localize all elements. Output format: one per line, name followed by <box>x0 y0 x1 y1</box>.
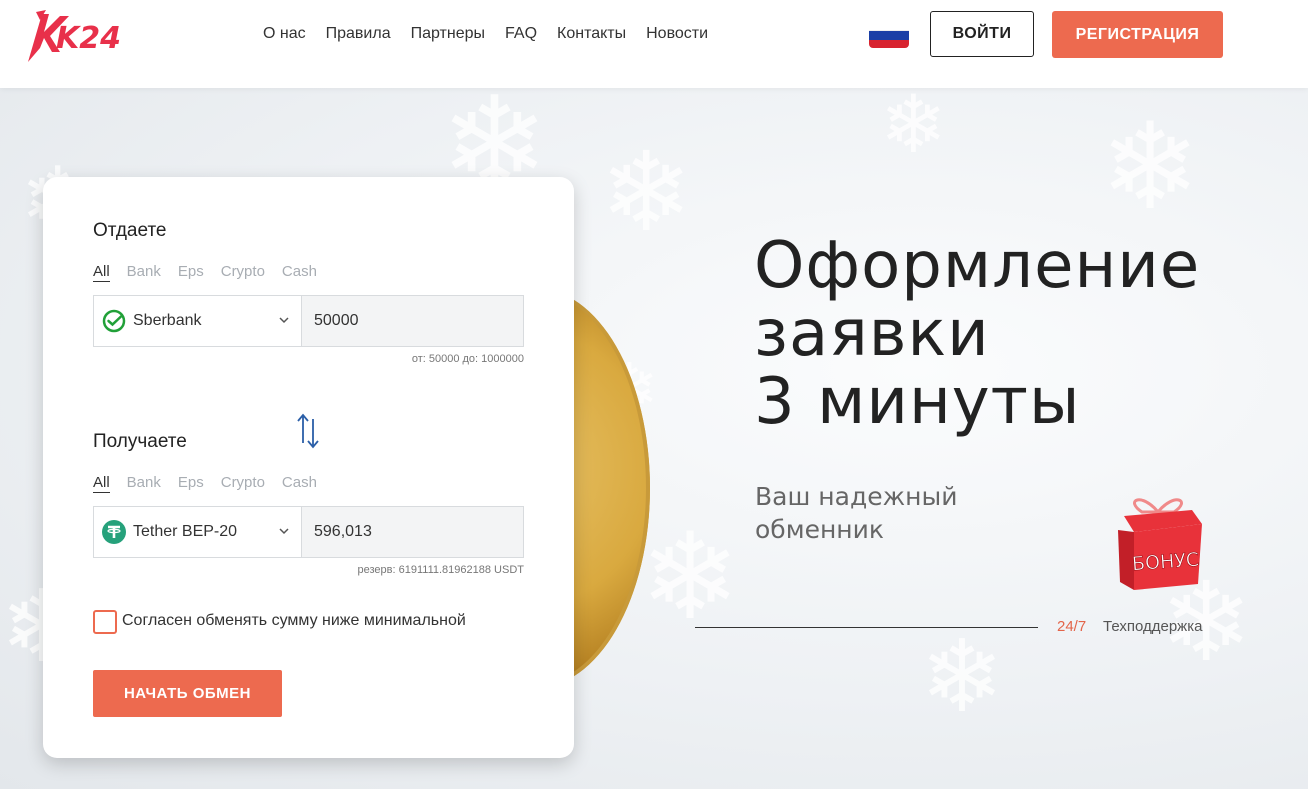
headline-line: Оформление <box>754 229 1201 303</box>
receive-tab-bank[interactable]: Bank <box>127 474 161 493</box>
receive-currency-select[interactable]: Tether BEP-20 <box>94 507 302 557</box>
swap-arrows-icon[interactable] <box>295 413 321 449</box>
ru-flag-icon[interactable] <box>869 22 909 48</box>
bonus-gift-icon[interactable]: БОНУС <box>1112 494 1204 592</box>
receive-tab-crypto[interactable]: Crypto <box>221 474 265 493</box>
receive-tab-cash[interactable]: Cash <box>282 474 317 493</box>
give-tab-bank[interactable]: Bank <box>127 263 161 282</box>
give-title: Отдаете <box>93 220 167 241</box>
chevron-down-icon <box>279 317 289 324</box>
nav-partners[interactable]: Партнеры <box>411 24 485 44</box>
subheadline-line: обменник <box>755 515 884 544</box>
login-button[interactable]: ВОЙТИ <box>930 11 1034 57</box>
give-amount-input[interactable] <box>302 296 523 346</box>
nav-about[interactable]: О нас <box>263 24 306 44</box>
snowflake-icon: ❄ <box>920 618 1004 735</box>
nav-faq[interactable]: FAQ <box>505 24 537 44</box>
start-exchange-button[interactable]: НАЧАТЬ ОБМЕН <box>93 670 282 717</box>
nav-news[interactable]: Новости <box>646 24 708 44</box>
snowflake-icon: ❄ <box>1100 98 1201 237</box>
svg-text:БОНУС: БОНУС <box>1131 549 1199 576</box>
chevron-down-icon <box>279 528 289 535</box>
receive-field: Tether BEP-20 <box>93 506 524 558</box>
register-button[interactable]: РЕГИСТРАЦИЯ <box>1052 11 1223 58</box>
give-tab-cash[interactable]: Cash <box>282 263 317 282</box>
nav-contacts[interactable]: Контакты <box>557 24 626 44</box>
receive-amount-input[interactable] <box>302 507 523 557</box>
agree-checkbox[interactable] <box>93 610 117 634</box>
sberbank-icon <box>102 309 126 333</box>
svg-text:K24: K24 <box>56 21 121 56</box>
support-divider <box>695 627 1038 628</box>
receive-title: Получаете <box>93 431 187 452</box>
snowflake-icon: ❄ <box>600 128 693 256</box>
hero-subheadline: Ваш надежный обменник <box>755 480 957 546</box>
receive-tab-eps[interactable]: Eps <box>178 474 204 493</box>
give-tabs: All Bank Eps Crypto Cash <box>93 263 334 282</box>
snowflake-icon: ❄ <box>880 88 948 171</box>
receive-currency-name: Tether BEP-20 <box>133 523 238 540</box>
give-field: Sberbank <box>93 295 524 347</box>
site-header: K24 О нас Правила Партнеры FAQ Контакты … <box>0 0 1308 88</box>
give-tab-eps[interactable]: Eps <box>178 263 204 282</box>
agree-label[interactable]: Согласен обменять сумму ниже минимальной <box>122 612 466 630</box>
give-tab-all[interactable]: All <box>93 263 110 282</box>
hero-headline: Оформление заявки 3 минуты <box>754 232 1200 436</box>
headline-line: заявки <box>754 297 990 371</box>
receive-tab-all[interactable]: All <box>93 474 110 493</box>
exchange-form: Отдаете All Bank Eps Crypto Cash Sberban… <box>43 177 574 758</box>
nav-rules[interactable]: Правила <box>326 24 391 44</box>
headline-line: 3 минуты <box>754 365 1081 439</box>
give-limits: от: 50000 до: 1000000 <box>411 353 524 365</box>
tether-icon <box>102 520 126 544</box>
receive-reserve: резерв: 6191111.81962188 USDT <box>357 564 524 576</box>
support-hours: 24/7 <box>1057 618 1087 635</box>
give-tab-crypto[interactable]: Crypto <box>221 263 265 282</box>
receive-tabs: All Bank Eps Crypto Cash <box>93 474 334 493</box>
give-currency-select[interactable]: Sberbank <box>94 296 302 346</box>
give-currency-name: Sberbank <box>133 312 202 329</box>
main-nav: О нас Правила Партнеры FAQ Контакты Ново… <box>263 24 728 44</box>
k24-logo[interactable]: K24 <box>22 8 126 64</box>
support-link[interactable]: Техподдержка <box>1103 618 1202 635</box>
subheadline-line: Ваш надежный <box>755 482 958 511</box>
